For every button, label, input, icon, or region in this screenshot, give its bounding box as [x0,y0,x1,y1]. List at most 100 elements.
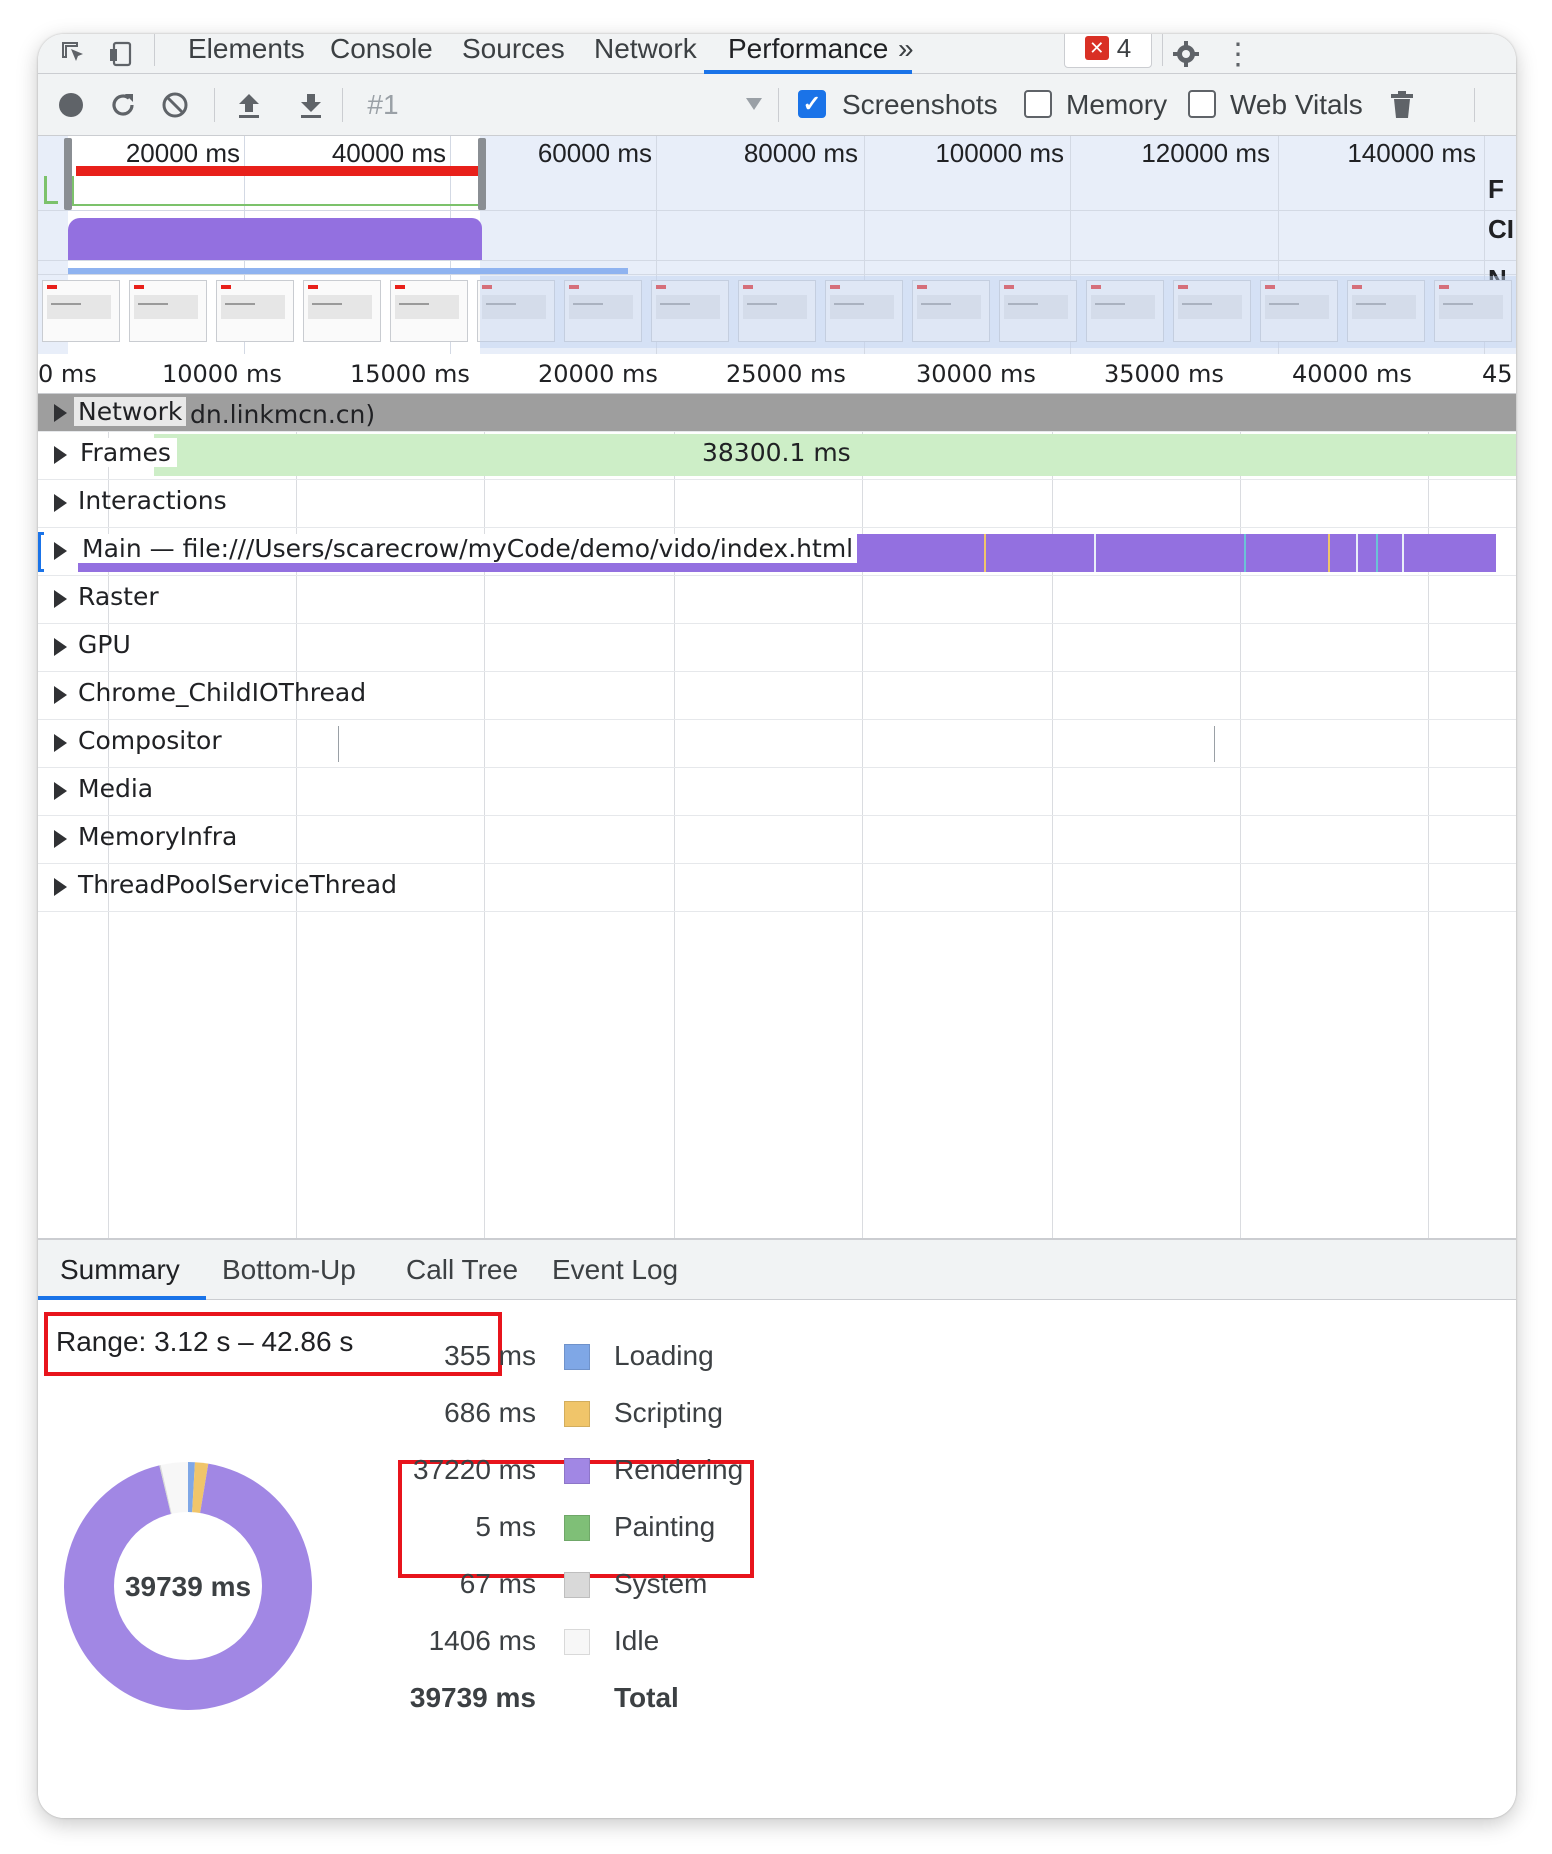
ruler-tick: 15000 ms [350,360,470,388]
scripting-marker [984,534,986,572]
separator [342,88,343,122]
upload-icon[interactable] [230,74,268,136]
expand-arrow-icon[interactable] [54,446,67,464]
active-tab-indicator [38,1296,206,1300]
ruler-tick: 25000 ms [726,360,846,388]
expand-arrow-icon[interactable] [54,734,67,752]
overview-tick: 120000 ms [1141,138,1270,168]
summary-donut-chart: 39739 ms [63,1462,312,1710]
track-label: GPU [78,630,131,659]
track-interactions[interactable]: Interactions [38,480,1516,528]
device-toolbar-icon[interactable] [102,34,142,74]
flame-chart[interactable]: dn.linkmcn.cn) Network 38300.1 ms Frames… [38,394,1516,1238]
expand-arrow-icon[interactable] [54,404,67,422]
summary-category-label: Painting [614,1511,716,1542]
track-media[interactable]: Media [38,768,1516,816]
expand-arrow-icon[interactable] [54,878,67,896]
error-count-badge[interactable]: ✕ 4 [1064,34,1152,68]
inspect-element-icon[interactable] [54,34,94,74]
scripting-marker [1328,534,1330,572]
recording-select[interactable]: #1 [358,74,408,136]
summary-value: 67 ms [459,1568,536,1599]
track-raster[interactable]: Raster [38,576,1516,624]
fps-lane-label: F [1488,174,1504,204]
screenshot-thumbnail[interactable] [216,280,294,342]
tab-network[interactable]: Network [594,34,697,72]
ruler-tick: 0 ms [38,360,97,388]
tab-call-tree[interactable]: Call Tree [406,1240,518,1300]
summary-category-label: Rendering [614,1454,744,1485]
cpu-usage-area [68,218,482,260]
expand-arrow-icon[interactable] [54,494,67,512]
track-label: Media [78,774,154,803]
expand-arrow-icon[interactable] [54,542,67,560]
expand-arrow-icon[interactable] [54,830,67,848]
tab-event-log[interactable]: Event Log [552,1240,678,1300]
screenshot-thumbnail[interactable] [303,280,381,342]
task-marker [1376,534,1378,572]
screenshot-thumbnail[interactable] [42,280,120,342]
track-chrome-childiothread[interactable]: Chrome_ChildIOThread [38,672,1516,720]
screenshot-thumbnail[interactable] [390,280,468,342]
reload-icon[interactable] [104,74,142,136]
expand-arrow-icon[interactable] [54,782,67,800]
track-threadpoolservicethread[interactable]: ThreadPoolServiceThread [38,864,1516,912]
legend-swatch [564,1572,590,1598]
ruler-tick: 40000 ms [1292,360,1412,388]
tab-performance[interactable]: Performance [728,34,888,72]
expand-arrow-icon[interactable] [54,638,67,656]
track-gpu[interactable]: GPU [38,624,1516,672]
track-label: Compositor [78,726,222,755]
summary-value: 37220 ms [413,1454,536,1485]
track-label: MemoryInfra [78,822,238,851]
download-icon[interactable] [292,74,330,136]
task-marker [1244,534,1246,572]
focus-ring [38,532,44,572]
summary-category-label: Scripting [614,1397,723,1428]
legend-swatch [564,1515,590,1541]
tab-summary[interactable]: Summary [60,1240,180,1300]
clear-icon[interactable] [156,74,194,136]
network-overview-bar [68,268,628,274]
tab-console[interactable]: Console [330,34,433,72]
fps-graph [44,176,58,204]
tab-bottom-up[interactable]: Bottom-Up [222,1240,356,1300]
track-label: Raster [78,582,159,611]
screenshots-checkbox[interactable]: ✓ [798,90,826,118]
selection-left-handle[interactable] [64,138,72,210]
screenshots-label: Screenshots [842,89,998,120]
gear-icon[interactable] [1166,34,1206,74]
kebab-menu-icon[interactable]: ⋮ [1223,34,1253,74]
summary-value: 1406 ms [428,1625,536,1656]
overview-tick: 100000 ms [935,138,1064,168]
memory-checkbox[interactable] [1024,90,1052,118]
record-icon[interactable] [52,74,90,136]
track-label: Interactions [78,486,227,515]
more-tabs-button[interactable]: » [898,34,914,72]
ruler-tick: 20000 ms [538,360,658,388]
tab-sources[interactable]: Sources [462,34,565,72]
chevron-down-icon[interactable] [746,98,762,110]
tab-elements[interactable]: Elements [188,34,305,72]
summary-total-label: Total [614,1682,679,1713]
track-network[interactable]: dn.linkmcn.cn) Network [38,394,1516,432]
selection-right-handle[interactable] [478,138,486,210]
expand-arrow-icon[interactable] [54,590,67,608]
expand-arrow-icon[interactable] [54,686,67,704]
track-memoryinfra[interactable]: MemoryInfra [38,816,1516,864]
ruler-tick: 45 [1482,360,1513,388]
trash-icon[interactable] [1384,74,1420,136]
summary-category-label: Idle [614,1625,660,1656]
track-frames[interactable]: 38300.1 ms Frames [38,432,1516,480]
track-compositor[interactable]: Compositor [38,720,1516,768]
timeline-overview[interactable]: 20000 ms 40000 ms 60000 ms 80000 ms 1000… [38,136,1516,354]
separator [1162,34,1163,66]
screenshot-thumbnail[interactable] [129,280,207,342]
track-label: Chrome_ChildIOThread [78,678,367,707]
track-main[interactable]: Main — file:///Users/scarecrow/myCode/de… [38,528,1516,576]
web-vitals-checkbox[interactable] [1188,90,1216,118]
summary-category-label: Loading [614,1340,714,1371]
frames-duration: 38300.1 ms [702,438,851,467]
track-label: Network [74,397,187,426]
error-icon: ✕ [1084,36,1109,60]
